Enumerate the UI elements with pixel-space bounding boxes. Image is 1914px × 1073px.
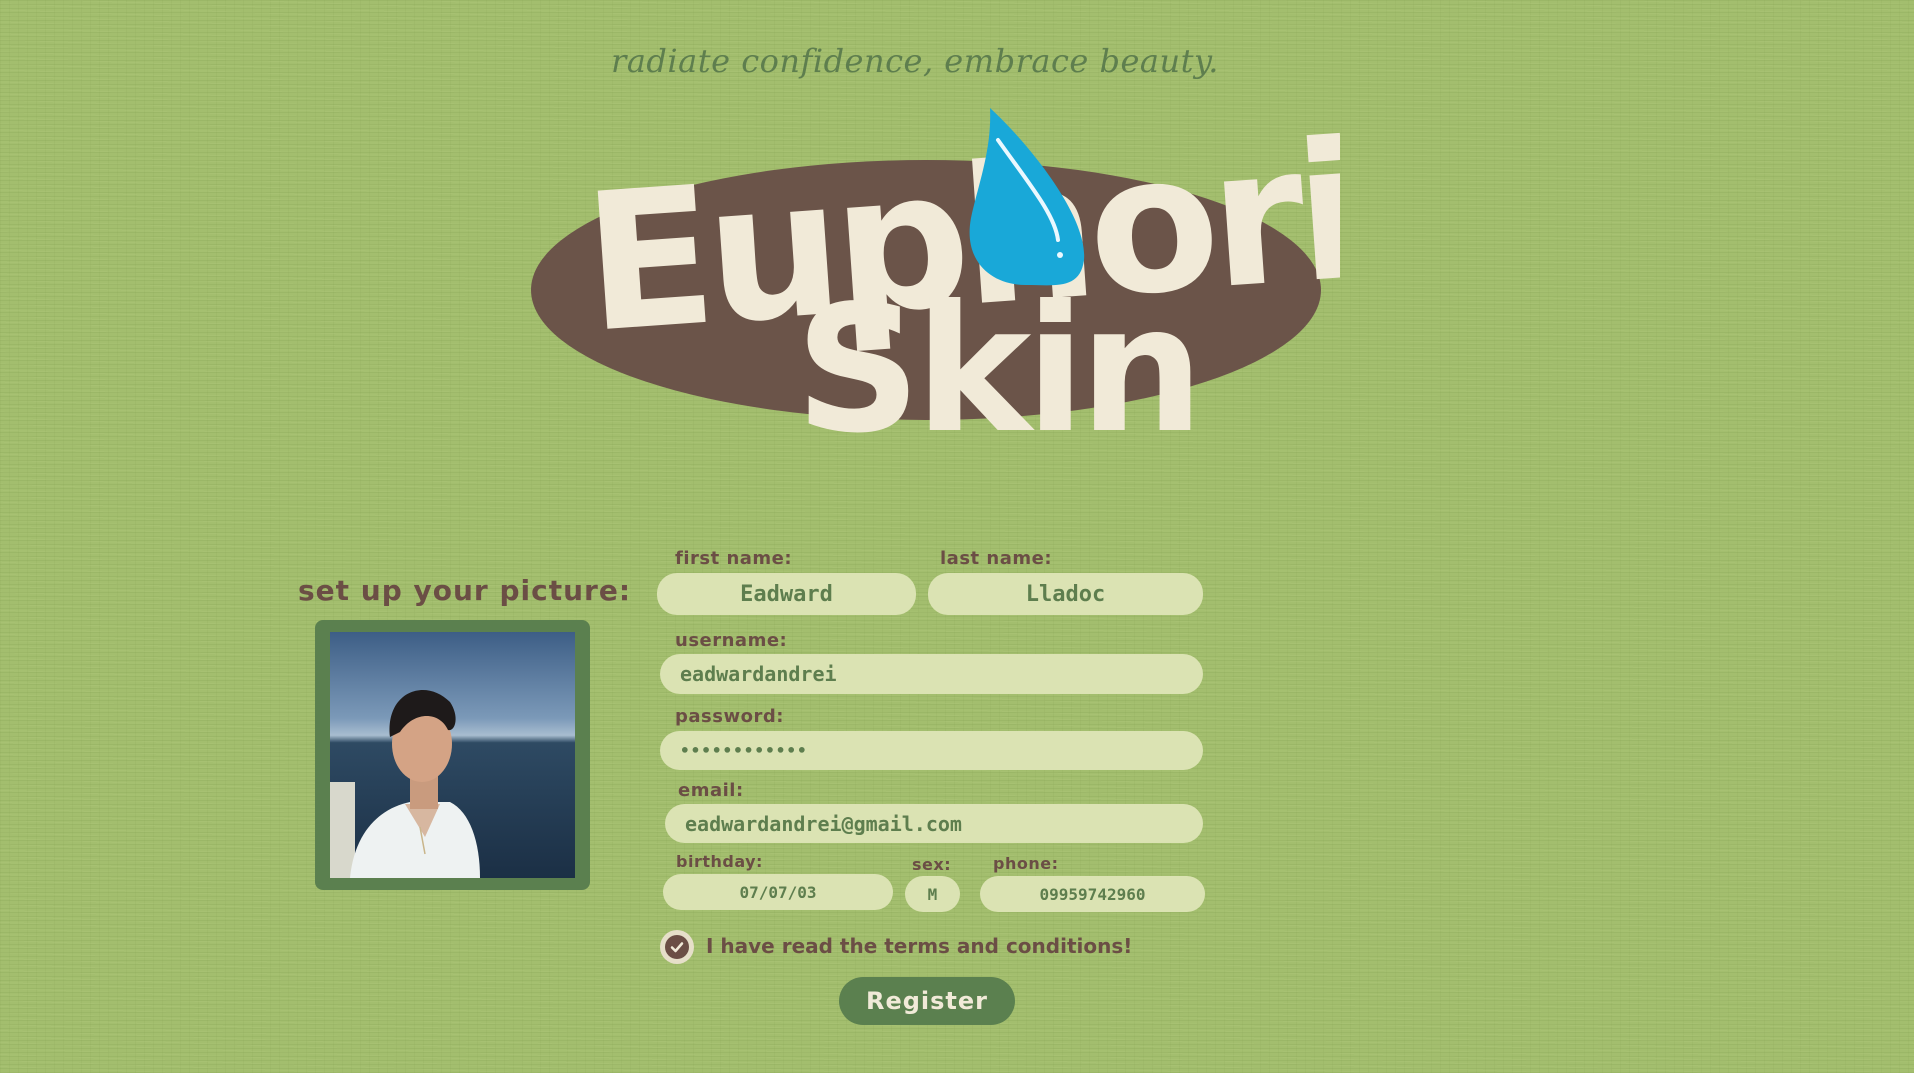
phone-label: phone: — [993, 854, 1059, 873]
username-label: username: — [675, 630, 788, 651]
terms-label: I have read the terms and conditions! — [706, 934, 1133, 958]
profile-picture-frame[interactable] — [315, 620, 590, 890]
checkmark-icon — [665, 935, 689, 959]
picture-section-label: set up your picture: — [298, 574, 632, 607]
sex-select[interactable]: M — [905, 876, 960, 912]
logo-word-skin: Skin — [795, 269, 1198, 472]
username-input[interactable]: eadwardandrei — [660, 654, 1203, 694]
first-name-input[interactable]: Eadward — [657, 573, 916, 615]
birthday-input[interactable]: 07/07/03 — [663, 874, 893, 910]
tagline: radiate confidence, embrace beauty. — [611, 42, 1219, 80]
register-button[interactable]: Register — [839, 977, 1015, 1025]
sex-label: sex: — [912, 855, 952, 874]
last-name-label: last name: — [940, 548, 1053, 569]
email-input[interactable]: eadwardandrei@gmail.com — [665, 804, 1203, 843]
last-name-input[interactable]: Lladoc — [928, 573, 1203, 615]
email-label: email: — [678, 780, 744, 801]
phone-input[interactable]: 09959742960 — [980, 876, 1205, 912]
first-name-label: first name: — [675, 548, 793, 569]
password-input[interactable]: •••••••••••• — [660, 731, 1203, 770]
profile-picture — [330, 632, 575, 878]
birthday-label: birthday: — [676, 852, 763, 871]
password-label: password: — [675, 706, 784, 727]
terms-checkbox[interactable] — [660, 930, 694, 964]
euphoric-skin-logo: Euphoric Skin — [531, 100, 1340, 472]
